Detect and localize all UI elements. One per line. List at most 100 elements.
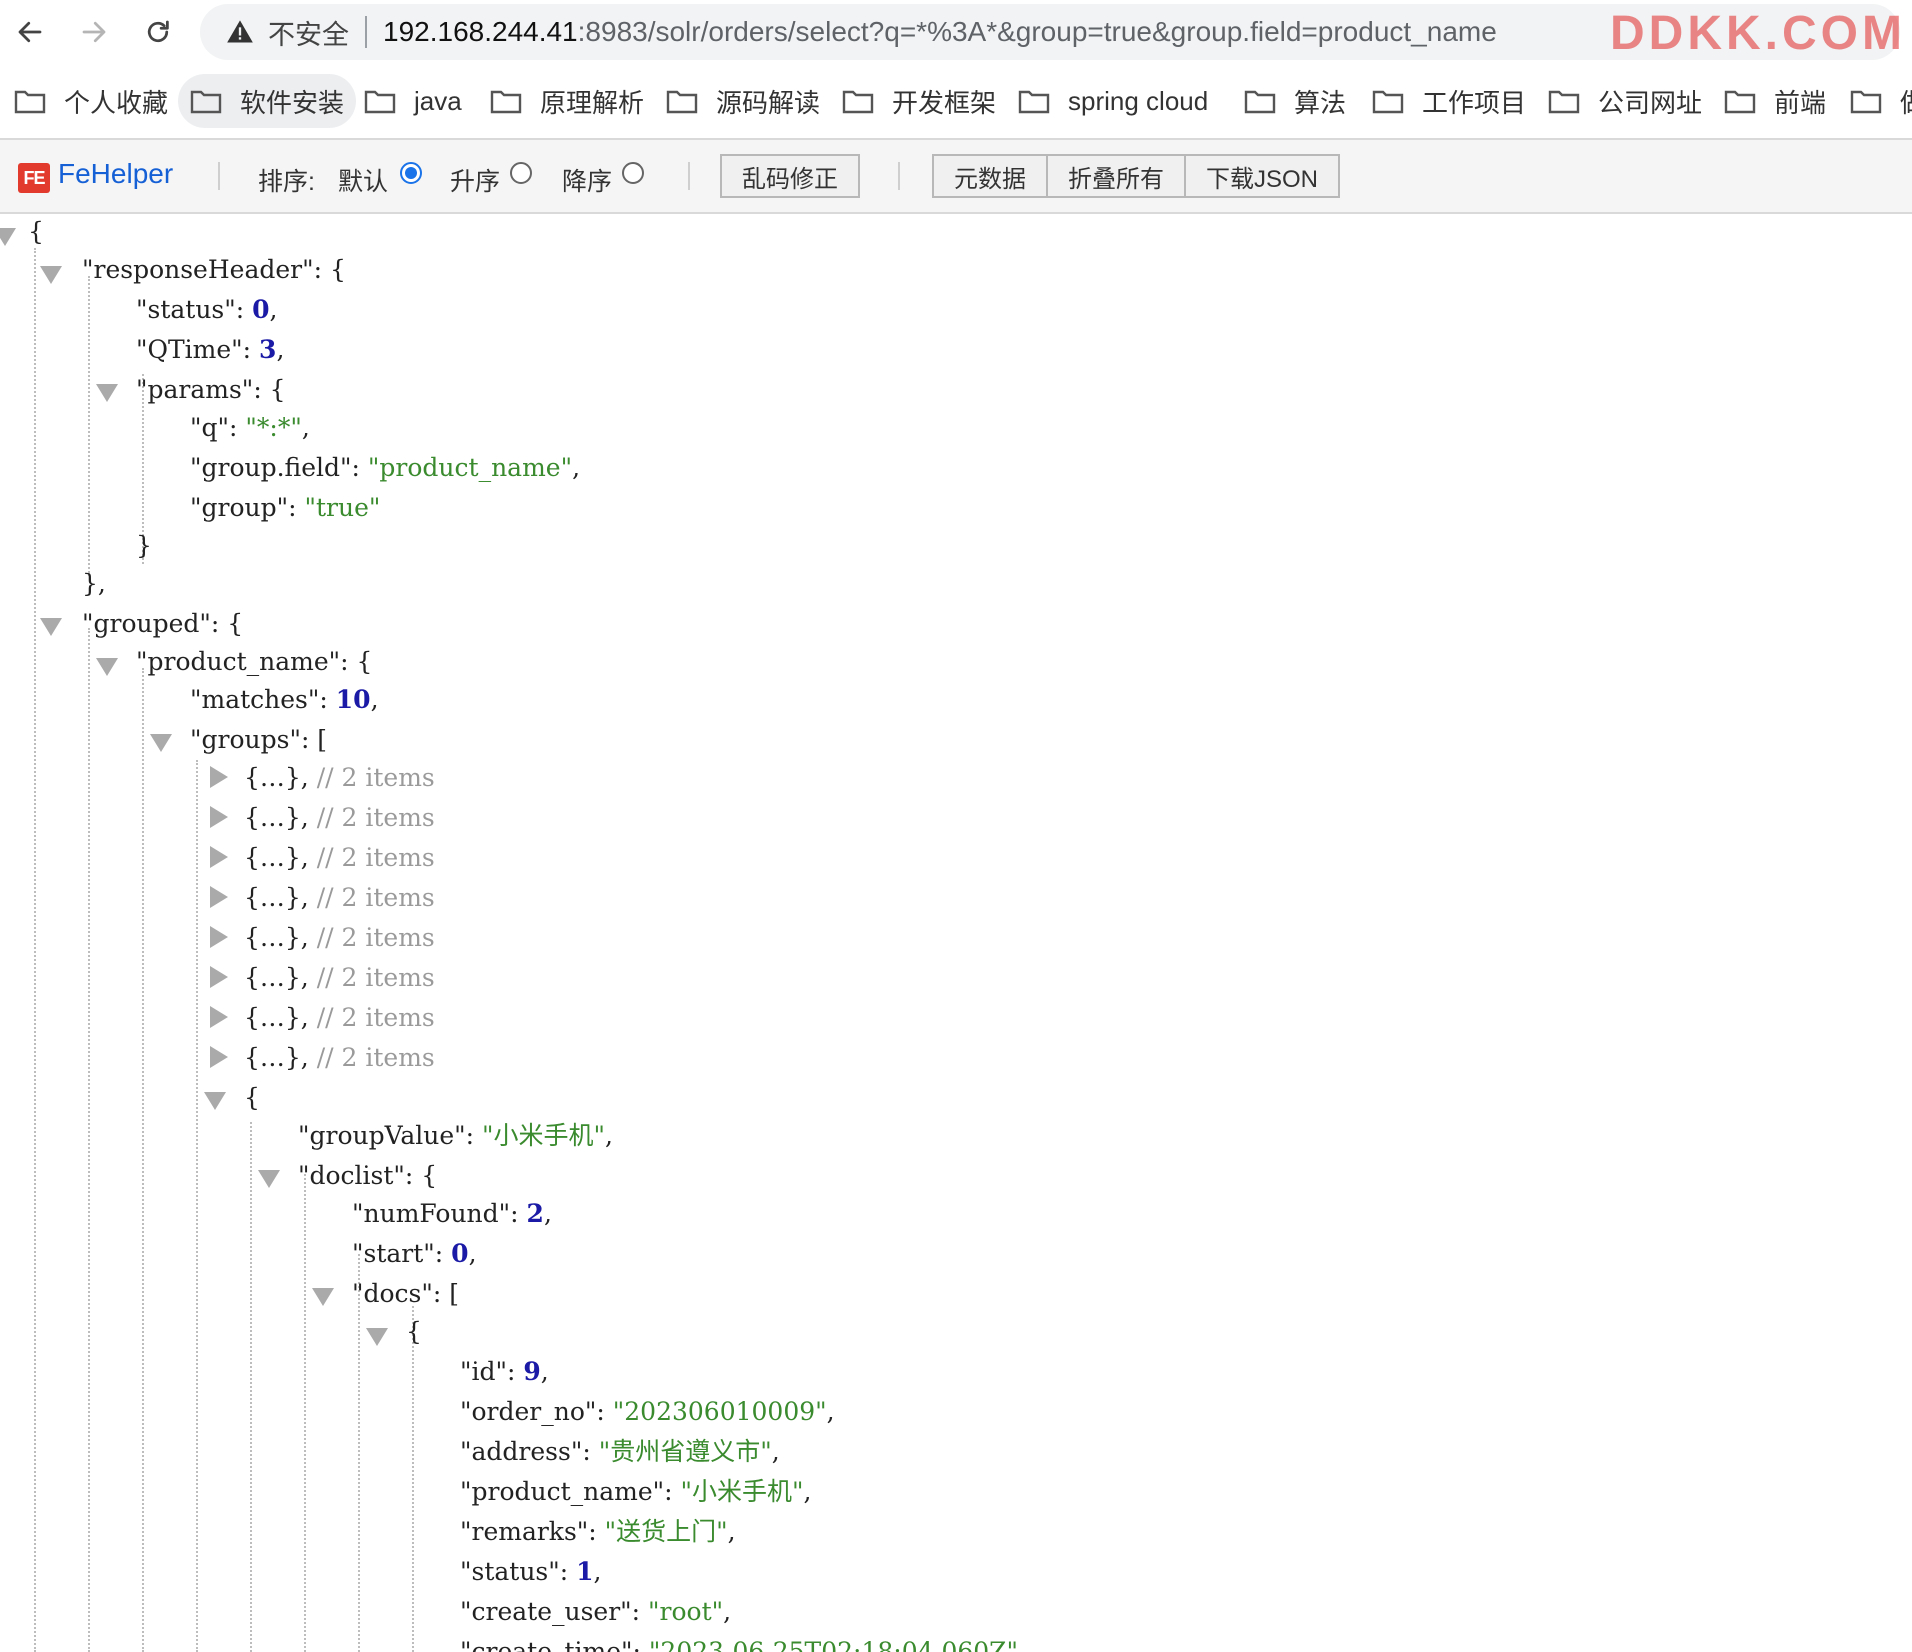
sort-asc-label[interactable]: 升序	[450, 162, 500, 198]
json-key: "numFound"	[352, 1199, 511, 1228]
expand-toggle-icon[interactable]	[210, 846, 228, 868]
collapse-toggle-icon[interactable]	[150, 734, 172, 752]
bookmark-label: 软件安装	[240, 87, 345, 118]
collapse-toggle-icon[interactable]	[0, 228, 16, 246]
bookmark-folder[interactable]: java	[352, 74, 474, 128]
expand-toggle-icon[interactable]	[210, 926, 228, 948]
bookmark-folder[interactable]: 开发框架	[830, 74, 1008, 128]
collapsed-item[interactable]: {…}, // 2 items	[244, 758, 435, 798]
collapse-toggle-icon[interactable]	[96, 658, 118, 676]
security-label[interactable]: 不安全	[268, 13, 349, 52]
collapsed-item[interactable]: {…}, // 2 items	[244, 838, 435, 878]
json-key: "id"	[460, 1357, 507, 1386]
json-line: "grouped": {	[82, 609, 244, 638]
collapsed-item[interactable]: {…}, // 2 items	[244, 1038, 435, 1078]
collapse-toggle-icon[interactable]	[258, 1170, 280, 1188]
collapsed-item[interactable]: {…}, // 2 items	[244, 918, 435, 958]
folder-icon	[1244, 90, 1276, 114]
expand-toggle-icon[interactable]	[210, 886, 228, 908]
indent-guide	[196, 760, 198, 1652]
json-key: "product_name"	[136, 647, 341, 676]
folder-icon	[1372, 90, 1404, 114]
sort-desc-radio[interactable]	[622, 162, 644, 184]
json-brace: {	[244, 1083, 260, 1112]
folder-icon	[1018, 90, 1050, 114]
download-json-button[interactable]: 下载JSON	[1184, 154, 1340, 198]
forward-button[interactable]	[70, 8, 118, 56]
collapse-toggle-icon[interactable]	[204, 1092, 226, 1110]
collapsed-item[interactable]: {…}, // 2 items	[244, 798, 435, 838]
bookmark-folder[interactable]: 工作项目	[1360, 74, 1538, 128]
json-number: 0	[451, 1239, 469, 1268]
reload-button[interactable]	[134, 8, 182, 56]
json-key: "group"	[190, 493, 289, 522]
collapsed-item[interactable]: {…}, // 2 items	[244, 878, 435, 918]
back-button[interactable]	[6, 8, 54, 56]
collapse-toggle-icon[interactable]	[312, 1288, 334, 1306]
collapse-toggle-icon[interactable]	[96, 384, 118, 402]
fehelper-title[interactable]: FeHelper	[58, 158, 173, 190]
collapse-toggle-icon[interactable]	[366, 1328, 388, 1346]
json-number: 0	[252, 295, 270, 324]
expand-toggle-icon[interactable]	[210, 1006, 228, 1028]
json-collapsed: {…},	[244, 883, 309, 912]
bookmark-folder[interactable]: 算法	[1232, 74, 1358, 128]
json-key: "create_time"	[460, 1637, 633, 1652]
bookmark-folder[interactable]: 源码解读	[654, 74, 832, 128]
bookmark-folder[interactable]: spring cloud	[1006, 74, 1220, 128]
json-comment: // 2 items	[316, 883, 435, 912]
json-collapsed: {…},	[244, 1003, 309, 1032]
bookmark-folder[interactable]: 软件安装	[178, 74, 357, 128]
bookmark-folder[interactable]: 公司网址	[1536, 74, 1714, 128]
url-text[interactable]: 192.168.244.41:8983/solr/orders/select?q…	[383, 16, 1497, 48]
collapsed-item[interactable]: {…}, // 2 items	[244, 998, 435, 1038]
bookmark-folder[interactable]: 做	[1838, 74, 1912, 128]
bookmark-folder[interactable]: 前端	[1712, 74, 1838, 128]
json-line: "doclist": {	[298, 1161, 438, 1190]
json-line: "group.field": "product_name",	[190, 453, 581, 482]
json-key: "grouped"	[82, 609, 211, 638]
json-line: "docs": [	[352, 1279, 460, 1308]
expand-toggle-icon[interactable]	[210, 966, 228, 988]
bookmark-folder[interactable]: 个人收藏	[2, 74, 180, 128]
json-line: "product_name": {	[136, 647, 373, 676]
json-string: "2023-06-25T02:18:04.060Z"	[648, 1637, 1019, 1652]
json-line: {	[244, 1078, 260, 1118]
expand-toggle-icon[interactable]	[210, 766, 228, 788]
indent-guide	[250, 1122, 252, 1652]
expand-toggle-icon[interactable]	[210, 1046, 228, 1068]
sort-desc-label[interactable]: 降序	[562, 162, 612, 198]
browser-toolbar: 不安全 192.168.244.41:8983/solr/orders/sele…	[0, 0, 1912, 64]
json-string: "root"	[648, 1597, 724, 1626]
divider	[218, 162, 220, 190]
json-collapsed: {…},	[244, 963, 309, 992]
fix-encoding-button[interactable]: 乱码修正	[720, 154, 860, 198]
bookmark-folder[interactable]: 原理解析	[478, 74, 656, 128]
bookmark-label: 开发框架	[892, 87, 997, 118]
indent-guide	[34, 248, 36, 1652]
expand-toggle-icon[interactable]	[210, 806, 228, 828]
bookmark-label: 原理解析	[540, 87, 645, 118]
metadata-button[interactable]: 元数据	[932, 154, 1048, 198]
json-key: "status"	[136, 295, 236, 324]
json-line: {	[406, 1312, 422, 1352]
json-line: "start": 0,	[352, 1239, 477, 1268]
collapse-all-button[interactable]: 折叠所有	[1046, 154, 1186, 198]
sort-default-radio[interactable]	[400, 162, 422, 184]
sort-default-label[interactable]: 默认	[338, 162, 388, 198]
json-line: "groupValue": "小米手机",	[298, 1121, 613, 1150]
warning-icon[interactable]	[226, 18, 254, 46]
bookmark-label: 做	[1900, 83, 1912, 120]
json-key: "groups"	[190, 725, 301, 754]
collapse-toggle-icon[interactable]	[40, 266, 62, 284]
sort-asc-radio[interactable]	[510, 162, 532, 184]
json-key: "start"	[352, 1239, 435, 1268]
bookmark-label: spring cloud	[1068, 85, 1209, 116]
collapsed-item[interactable]: {…}, // 2 items	[244, 958, 435, 998]
json-number: 9	[523, 1357, 541, 1386]
indent-guide	[88, 628, 90, 1652]
json-string: "小米手机"	[680, 1477, 804, 1506]
watermark-logo: DDKK.COM	[1610, 7, 1906, 60]
collapse-toggle-icon[interactable]	[40, 618, 62, 636]
json-comment: // 2 items	[316, 843, 435, 872]
